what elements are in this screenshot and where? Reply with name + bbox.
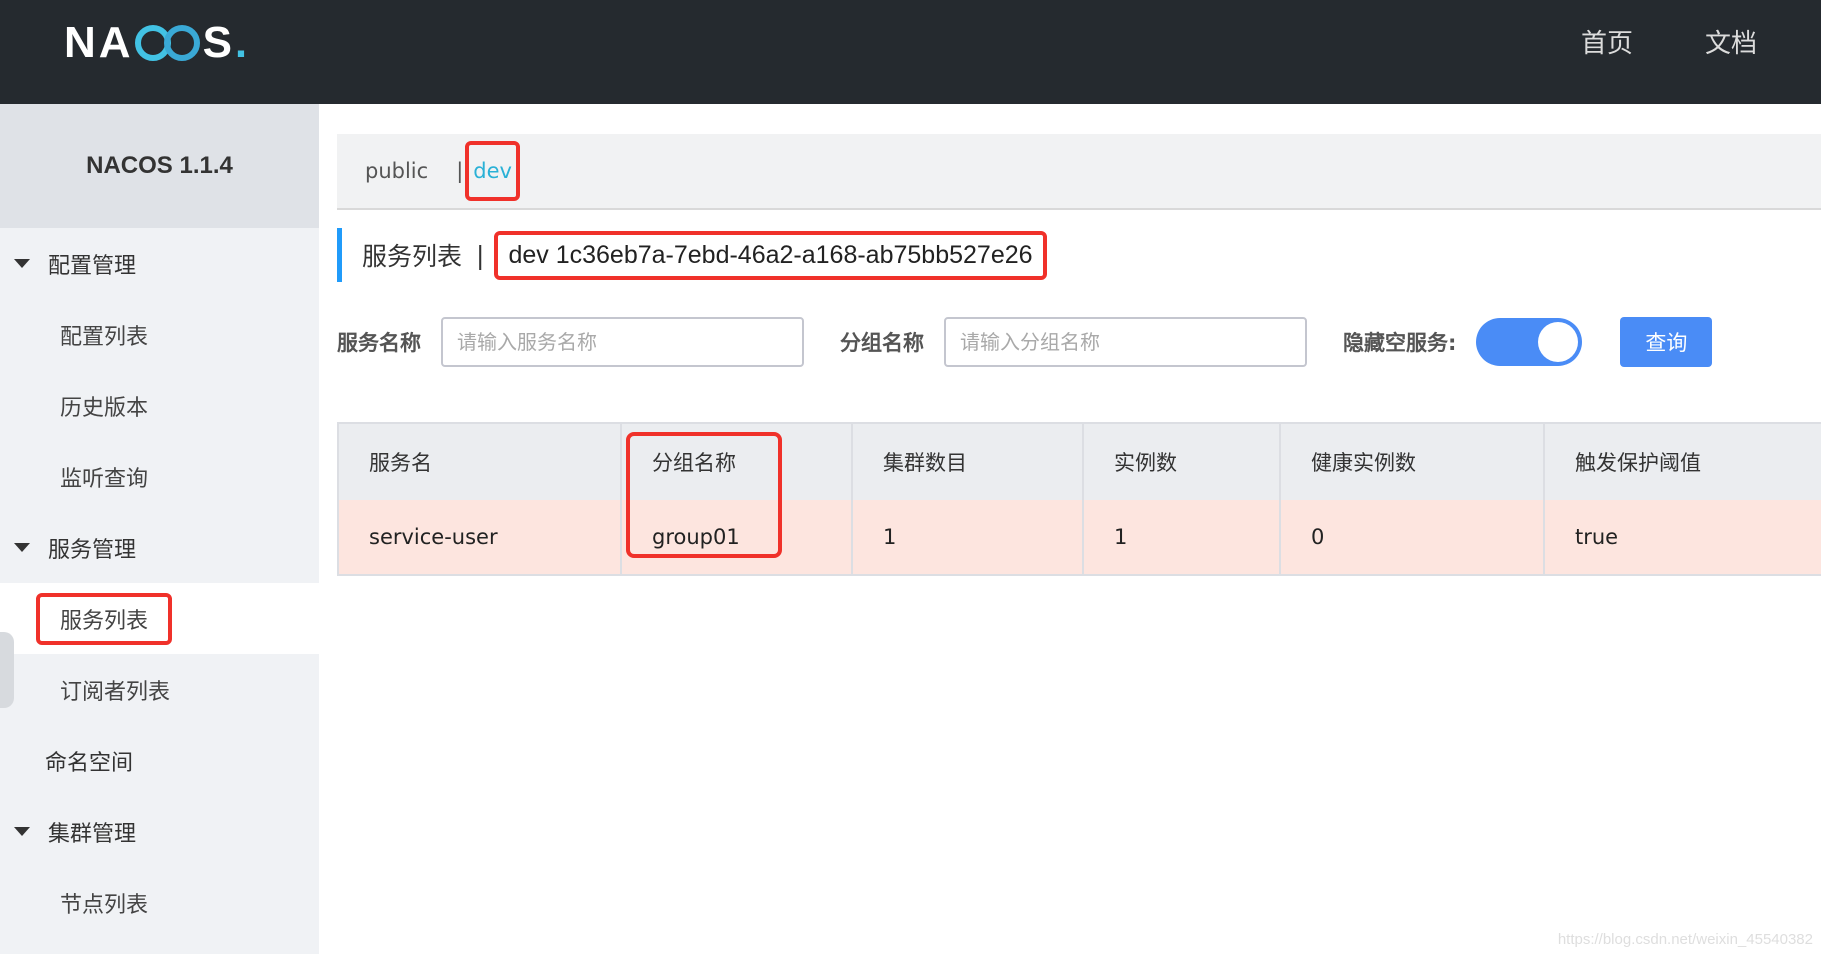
sidebar-item-history[interactable]: 历史版本 xyxy=(0,370,319,441)
sidebar-item-config-list[interactable]: 配置列表 xyxy=(0,299,319,370)
sidebar-item-node-list[interactable]: 节点列表 xyxy=(0,867,319,938)
caret-down-icon xyxy=(14,543,30,552)
hide-empty-toggle[interactable] xyxy=(1476,318,1583,366)
page-title: 服务列表 | dev 1c36eb7a-7ebd-46a2-a168-ab75b… xyxy=(337,228,1047,282)
cell-service-name: service-user xyxy=(337,500,620,574)
sidebar-item-subscriber-list[interactable]: 订阅者列表 xyxy=(0,654,319,725)
namespace-bar: public | dev xyxy=(337,134,1821,210)
sidebar-group-label: 服务管理 xyxy=(48,537,137,563)
title-separator: | xyxy=(476,240,485,270)
sidebar: NACOS 1.1.4 配置管理 配置列表 历史版本 监听查询 服务管理 服务列… xyxy=(0,104,319,954)
table-row[interactable]: service-user group01 1 1 0 true xyxy=(337,500,1821,576)
group-name-label: 分组名称 xyxy=(840,331,924,355)
sidebar-item-namespace[interactable]: 命名空间 xyxy=(0,725,319,796)
sidebar-item-label: 服务列表 xyxy=(36,592,173,645)
column-header-service-name: 服务名 xyxy=(337,424,620,500)
column-header-group-name: 分组名称 xyxy=(620,424,851,500)
nav-docs-link[interactable]: 文档 xyxy=(1705,24,1757,64)
sidebar-group-label: 配置管理 xyxy=(48,253,137,279)
namespace-dev-link[interactable]: dev xyxy=(465,141,520,201)
top-navbar: NAS. 首页 文档 xyxy=(0,0,1821,104)
sidebar-item-listener-query[interactable]: 监听查询 xyxy=(0,441,319,512)
hide-empty-label: 隐藏空服务: xyxy=(1343,331,1457,355)
column-header-instance-count: 实例数 xyxy=(1082,424,1279,500)
cell-healthy-count: 0 xyxy=(1279,500,1543,574)
group-name-input[interactable] xyxy=(944,317,1307,367)
sidebar-group-config[interactable]: 配置管理 xyxy=(0,228,319,299)
nav-home-link[interactable]: 首页 xyxy=(1581,24,1633,64)
sidebar-group-label: 集群管理 xyxy=(48,821,137,847)
table-header-row: 服务名 分组名称 集群数目 实例数 健康实例数 触发保护阈值 xyxy=(337,424,1821,500)
cell-instance-count: 1 xyxy=(1082,500,1279,574)
cell-cluster-count: 1 xyxy=(851,500,1082,574)
sidebar-group-cluster[interactable]: 集群管理 xyxy=(0,796,319,867)
page-title-text: 服务列表 xyxy=(362,242,463,271)
toggle-knob xyxy=(1538,322,1579,362)
column-header-protect-threshold: 触发保护阈值 xyxy=(1543,424,1821,500)
service-table: 服务名 分组名称 集群数目 实例数 健康实例数 触发保护阈值 service-u… xyxy=(337,422,1821,576)
column-header-healthy-count: 健康实例数 xyxy=(1279,424,1543,500)
cell-protect-threshold: true xyxy=(1543,500,1821,574)
namespace-id-label: dev 1c36eb7a-7ebd-46a2-a168-ab75bb527e26 xyxy=(494,230,1047,280)
caret-down-icon xyxy=(14,827,30,836)
caret-down-icon xyxy=(14,259,30,268)
sidebar-collapse-handle[interactable] xyxy=(0,632,14,708)
query-button[interactable]: 查询 xyxy=(1620,317,1713,367)
sidebar-item-service-list[interactable]: 服务列表 xyxy=(0,583,319,654)
cell-group-name: group01 xyxy=(620,500,851,574)
nacos-logo[interactable]: NAS. xyxy=(64,18,248,67)
service-name-label: 服务名称 xyxy=(337,331,421,355)
top-nav-links: 首页 文档 xyxy=(1581,24,1757,64)
service-name-input[interactable] xyxy=(441,317,804,367)
filter-bar: 服务名称 分组名称 隐藏空服务: 查询 xyxy=(337,316,1713,368)
namespace-separator: | xyxy=(456,159,464,183)
sidebar-group-service[interactable]: 服务管理 xyxy=(0,512,319,583)
watermark-text: https://blog.csdn.net/weixin_45540382 xyxy=(1557,931,1813,948)
logo-ring-o xyxy=(163,25,200,61)
namespace-public-link[interactable]: public xyxy=(365,159,428,183)
sidebar-version-title: NACOS 1.1.4 xyxy=(0,104,319,228)
column-header-cluster-count: 集群数目 xyxy=(851,424,1082,500)
